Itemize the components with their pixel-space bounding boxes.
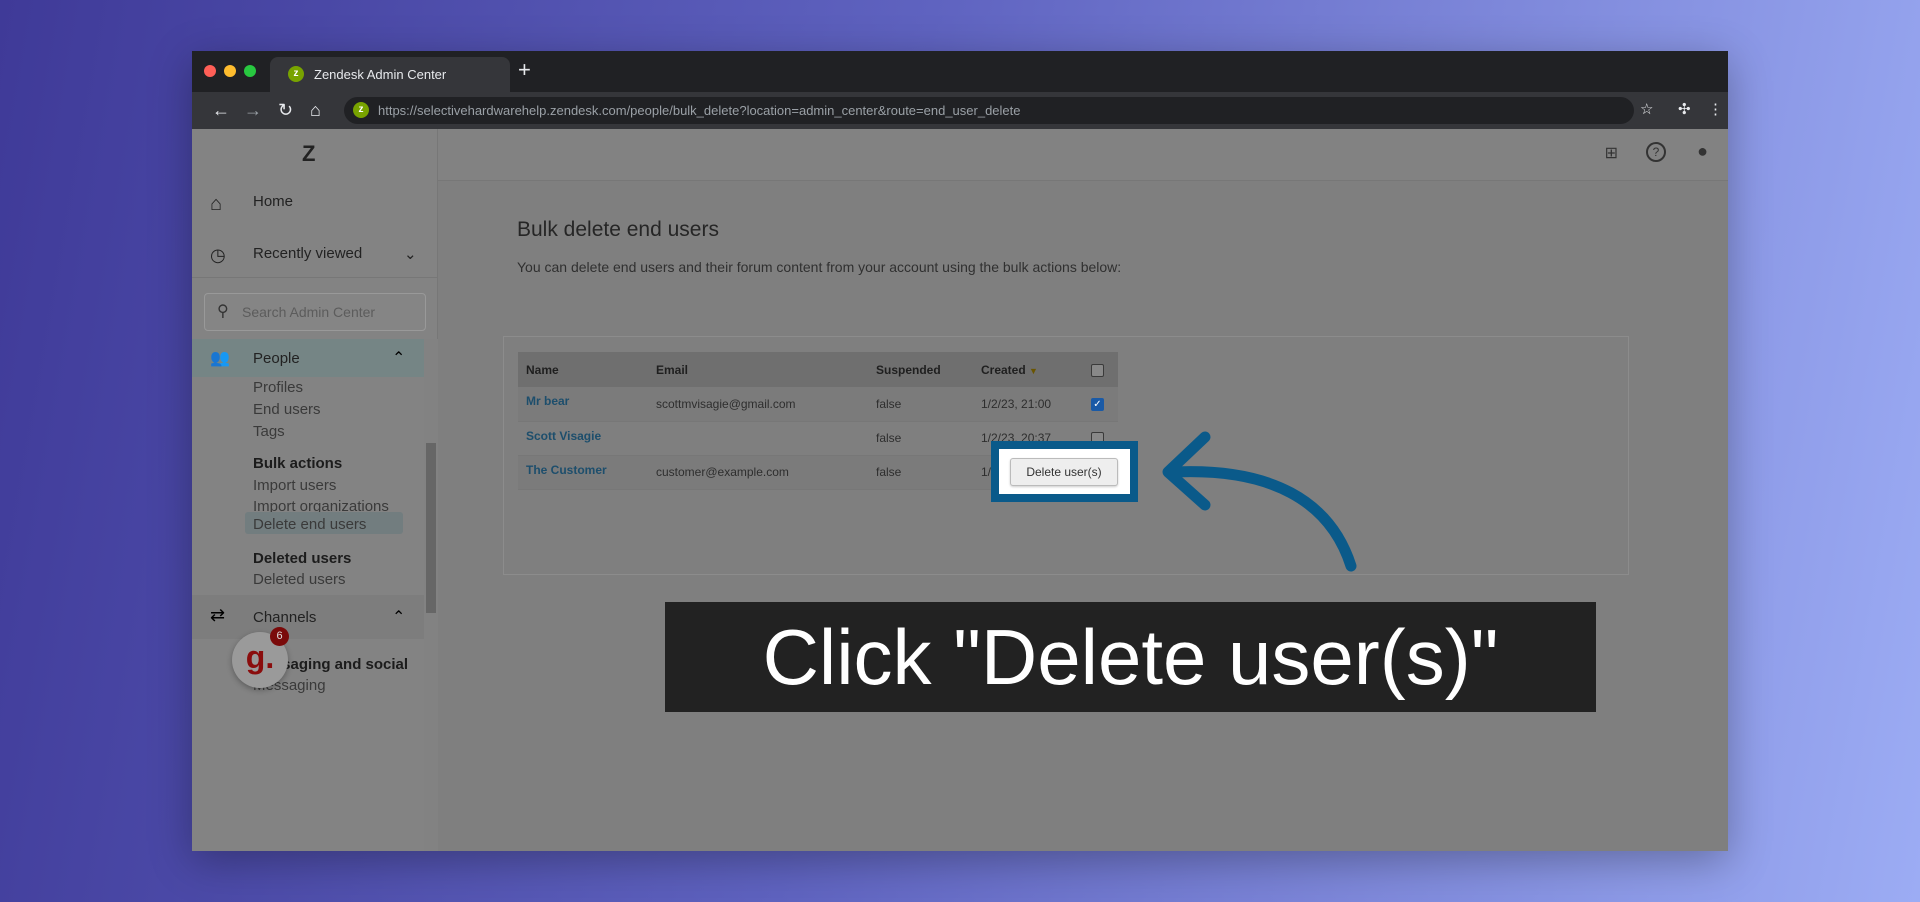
- instruction-caption: Click "Delete user(s)": [665, 602, 1596, 712]
- pointer-arrow-icon: [1162, 431, 1357, 572]
